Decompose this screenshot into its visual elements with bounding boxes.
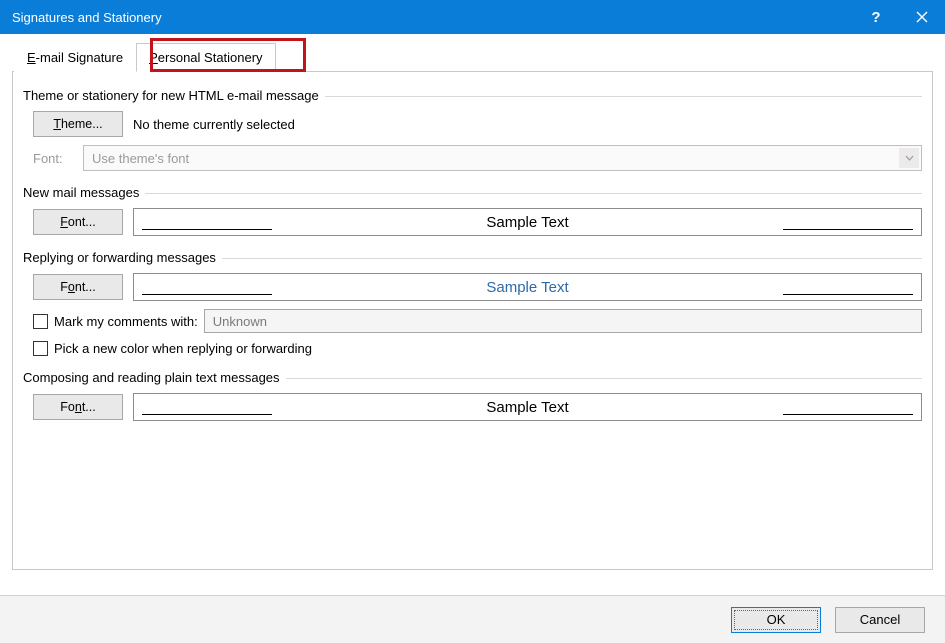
pick-color-checkbox[interactable]	[33, 341, 48, 356]
new-mail-font-button[interactable]: Font...	[33, 209, 123, 235]
dialog-client-area: E-mail Signature Personal Stationery The…	[0, 34, 945, 643]
section-header-plain: Composing and reading plain text message…	[23, 370, 922, 385]
plain-sample: Sample Text	[133, 393, 922, 421]
mark-comments-checkbox[interactable]	[33, 314, 48, 329]
dialog-footer: OK Cancel	[0, 595, 945, 643]
close-button[interactable]	[899, 0, 945, 34]
new-mail-sample: Sample Text	[133, 208, 922, 236]
titlebar-controls: ?	[853, 0, 945, 34]
section-header-reply: Replying or forwarding messages	[23, 250, 922, 265]
title-bar: Signatures and Stationery ?	[0, 0, 945, 34]
theme-font-combo: Use theme's font	[83, 145, 922, 171]
chevron-down-icon	[899, 148, 919, 168]
help-button[interactable]: ?	[853, 0, 899, 34]
theme-button[interactable]: Theme...	[33, 111, 123, 137]
new-mail-sample-text: Sample Text	[134, 214, 921, 231]
section-header-new-mail: New mail messages	[23, 185, 922, 200]
tab-personal-stationery[interactable]: Personal Stationery	[136, 43, 275, 72]
plain-font-button[interactable]: Font...	[33, 394, 123, 420]
tab-email-signature[interactable]: E-mail Signature	[14, 43, 136, 72]
ok-button[interactable]: OK	[731, 607, 821, 633]
reply-font-button[interactable]: Font...	[33, 274, 123, 300]
window-title: Signatures and Stationery	[12, 10, 162, 25]
mark-comments-input: Unknown	[204, 309, 922, 333]
stationery-panel: Theme or stationery for new HTML e-mail …	[12, 72, 933, 570]
theme-status-text: No theme currently selected	[133, 117, 295, 132]
section-header-theme: Theme or stationery for new HTML e-mail …	[23, 88, 922, 103]
tab-strip: E-mail Signature Personal Stationery	[12, 42, 933, 72]
plain-sample-text: Sample Text	[134, 399, 921, 416]
font-label: Font:	[33, 151, 73, 166]
reply-sample: Sample Text	[133, 273, 922, 301]
pick-color-label: Pick a new color when replying or forwar…	[54, 341, 312, 356]
reply-sample-text: Sample Text	[134, 279, 921, 296]
mark-comments-label: Mark my comments with:	[54, 314, 198, 329]
theme-font-combo-value: Use theme's font	[92, 151, 189, 166]
cancel-button[interactable]: Cancel	[835, 607, 925, 633]
close-icon	[916, 11, 928, 23]
